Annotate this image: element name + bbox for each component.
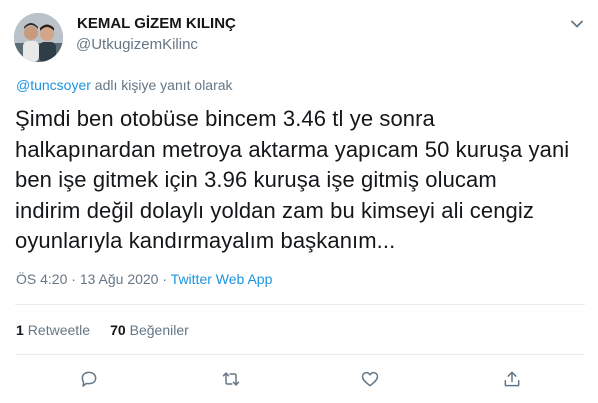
avatar[interactable]	[14, 13, 63, 62]
share-icon[interactable]	[499, 366, 525, 392]
meta-separator: ·	[158, 271, 171, 287]
chevron-down-icon[interactable]	[565, 12, 589, 36]
reply-context: @tuncsoyer adlı kişiye yanıt olarak	[16, 77, 233, 93]
reply-mention-link[interactable]: @tuncsoyer	[16, 77, 91, 93]
tweet-time[interactable]: ÖS 4:20	[16, 271, 67, 287]
divider	[15, 304, 585, 305]
tweet-text: Şimdi ben otobüse bincem 3.46 tl ye sonr…	[15, 106, 570, 253]
divider	[15, 354, 585, 355]
retweet-icon[interactable]	[218, 366, 244, 392]
like-stat-label: Beğeniler	[129, 322, 189, 338]
retweet-count: 1	[16, 322, 24, 338]
tweet-source-link[interactable]: Twitter Web App	[171, 271, 273, 287]
retweet-stat-label: Retweetle	[27, 322, 91, 338]
reply-context-label: adlı kişiye yanıt olarak	[90, 77, 233, 93]
like-count: 70	[110, 322, 126, 338]
like-stat[interactable]: 70 Beğeniler	[110, 322, 189, 338]
retweet-stat[interactable]: 1 Retweetle	[16, 322, 90, 338]
user-handle[interactable]: @UtkugizemKilinc	[76, 36, 198, 53]
meta-separator: ·	[67, 271, 80, 287]
display-name[interactable]: KEMAL GİZEM KILINÇ	[77, 15, 236, 32]
tweet-date[interactable]: 13 Ağu 2020	[80, 271, 159, 287]
heart-icon[interactable]	[357, 366, 383, 392]
tweet-meta: ÖS 4:20 · 13 Ağu 2020 · Twitter Web App	[16, 271, 272, 287]
tweet-stats: 1 Retweetle 70 Beğeniler	[16, 322, 189, 338]
reply-icon[interactable]	[76, 366, 102, 392]
